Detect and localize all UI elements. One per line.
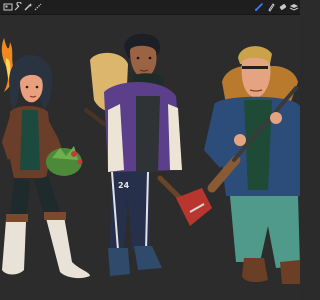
smudge-icon[interactable] (266, 2, 276, 12)
wrench-icon[interactable] (13, 2, 23, 12)
procreate-window: 24 (0, 0, 300, 300)
layers-icon[interactable] (289, 2, 299, 12)
selection-icon[interactable] (33, 2, 43, 12)
gallery-icon[interactable] (3, 2, 13, 12)
top-toolbar (0, 0, 300, 15)
brush-icon[interactable] (254, 2, 264, 12)
jacket-number: 24 (118, 181, 130, 190)
drawing-canvas[interactable]: 24 (0, 15, 300, 300)
magic-wand-icon[interactable] (23, 2, 33, 12)
eraser-icon[interactable] (278, 2, 288, 12)
